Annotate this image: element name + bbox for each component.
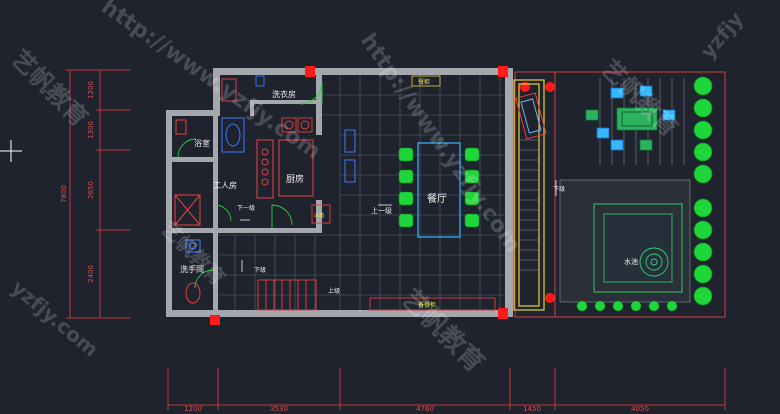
watermark-7: yzfjy: [695, 7, 748, 63]
wall-fixtures: [344, 129, 356, 183]
kitchen-door: [271, 204, 293, 228]
annotation-up-1: 上一级: [371, 206, 392, 215]
fridge-label: 冰箱: [314, 212, 324, 219]
room-label-worker: 工人房: [213, 180, 237, 190]
dim-bottom-4: 1450: [523, 405, 541, 413]
room-label-kitchen: 厨房: [286, 173, 304, 185]
trees: [693, 76, 713, 306]
bottom-dimension-labels: 1200 3530 4760 1450 4050: [184, 405, 649, 413]
dim-left-4: 2400: [87, 265, 95, 283]
annotation-up-stairs: 上级: [328, 287, 340, 295]
dim-bottom-2: 3530: [270, 405, 288, 413]
terrace-hatch: [519, 139, 539, 271]
room-label-dining: 餐厅: [427, 192, 447, 205]
crosshair-cursor: [0, 140, 22, 162]
annotation-down-terrace: 下级: [553, 185, 565, 193]
lounge-chair: [515, 92, 547, 140]
gravel-courtyard: [559, 179, 691, 303]
watermark-5: yzfjy.com: [7, 275, 103, 361]
dim-bottom-3: 4760: [416, 405, 434, 413]
watermark-1: http://www.yzfjy.com: [97, 0, 325, 165]
dim-left-1: 1200: [87, 81, 95, 99]
bottom-dimension-chain: [167, 368, 726, 410]
room-label-bathroom: 浴室: [194, 138, 210, 148]
cabinet-label: 餐柜: [418, 78, 430, 86]
room-label-laundry: 洗衣房: [272, 89, 296, 99]
bathroom-fixtures: [175, 117, 245, 153]
dim-left-total: 7800: [60, 185, 68, 203]
dim-left-2: 1300: [87, 121, 95, 139]
dim-bottom-1: 1200: [184, 405, 202, 413]
watermark-6: 艺帆教育: [395, 283, 490, 378]
terrace-strip: [513, 79, 545, 311]
annotation-down-stairs: 下级: [254, 266, 266, 274]
floor-plan: 1200 1300 2650 2400 7800 1200 3530 4760 …: [0, 0, 780, 414]
watermark-3: 艺帆教育: [6, 44, 94, 132]
dim-bottom-5: 4050: [631, 405, 649, 413]
shrubs: [576, 300, 678, 312]
room-label-pool: 水池: [624, 257, 638, 266]
annotation-down-1: 下一级: [237, 204, 255, 212]
floor-plan-drawing: 1200 1300 2650 2400 7800 1200 3530 4760 …: [0, 0, 748, 413]
dim-left-3: 2650: [87, 181, 95, 199]
